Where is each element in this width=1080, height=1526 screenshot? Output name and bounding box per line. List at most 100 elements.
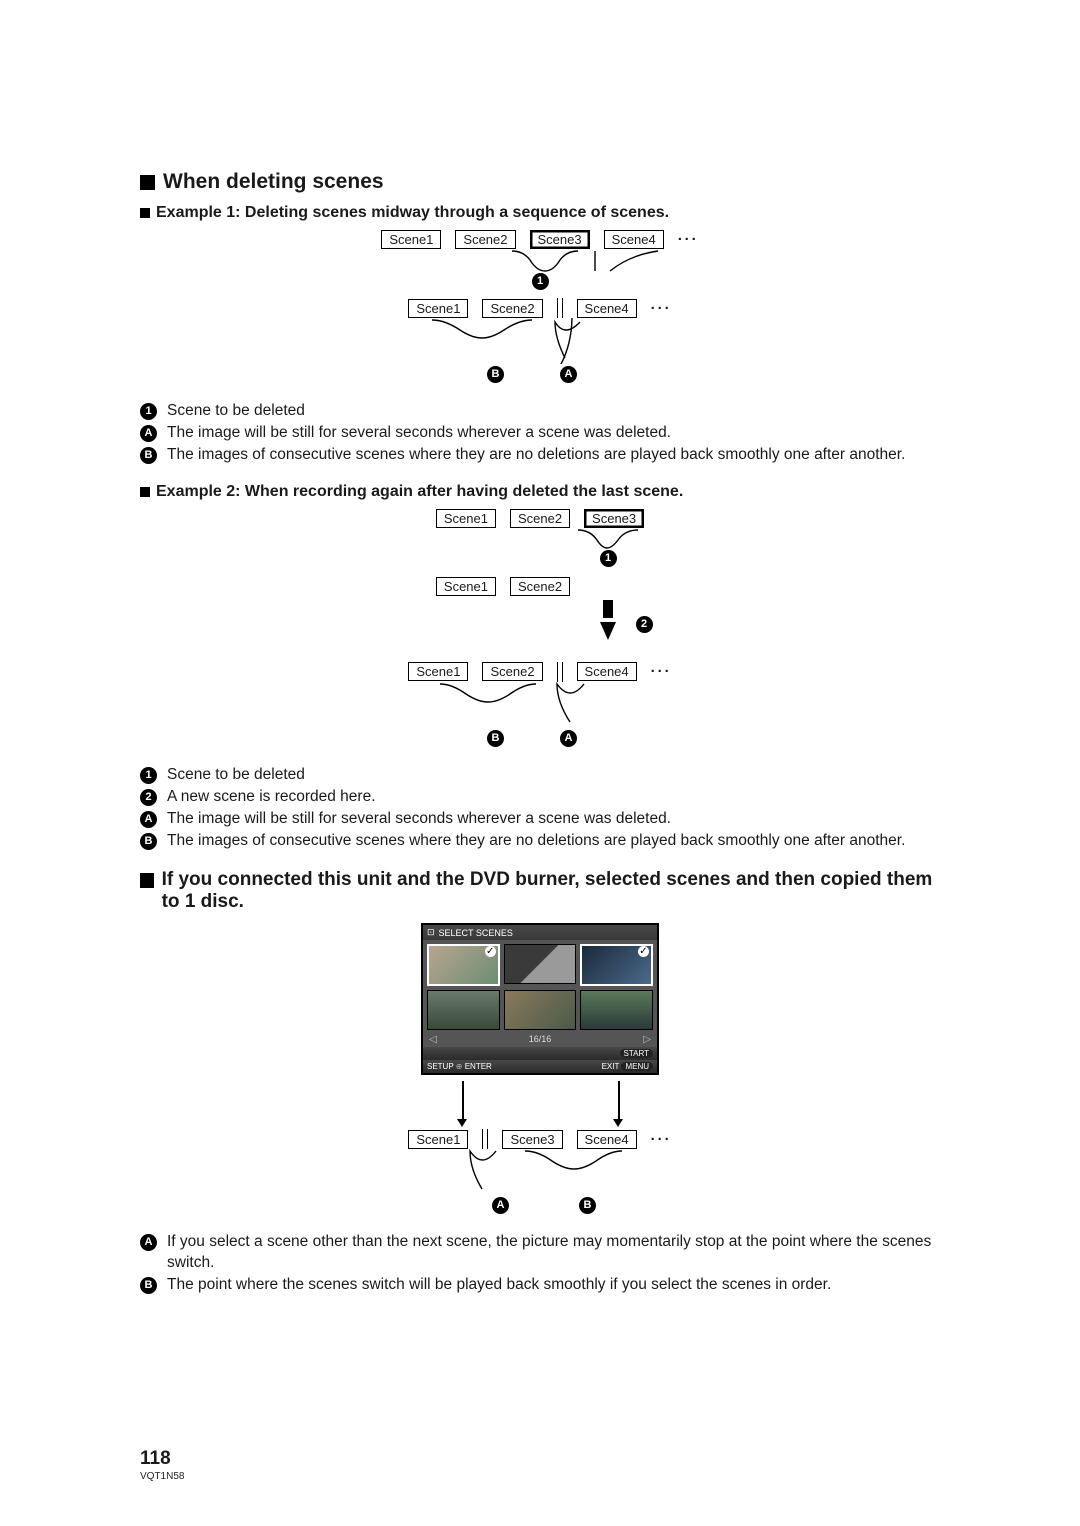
exit-label: EXIT bbox=[602, 1062, 620, 1071]
thumbnail bbox=[504, 944, 577, 984]
list-item: A The image will be still for several se… bbox=[140, 423, 940, 443]
scene-box: Scene1 bbox=[408, 299, 468, 318]
gap-marker-icon bbox=[557, 298, 563, 318]
marker-a-icon: A bbox=[140, 1234, 157, 1251]
page-number: 118 bbox=[140, 1448, 171, 1470]
document-page: When deleting scenes Example 1: Deleting… bbox=[0, 0, 1080, 1526]
scene-box: Scene2 bbox=[510, 577, 570, 596]
scene-box: Scene4 bbox=[577, 1130, 637, 1149]
screen-footer-2: SETUP ⊕ ENTER EXIT MENU bbox=[423, 1060, 657, 1073]
heading2-text: If you connected this unit and the DVD b… bbox=[162, 869, 940, 913]
ellipsis-icon: ··· bbox=[651, 663, 672, 680]
nav-arrows: ◁ 16/16 ▷ bbox=[423, 1034, 657, 1047]
scene-box: Scene1 bbox=[381, 230, 441, 249]
ellipsis-icon: ··· bbox=[651, 1131, 672, 1148]
marker-2-icon: 2 bbox=[140, 789, 157, 806]
scene-box: Scene2 bbox=[455, 230, 515, 249]
thumbnail-selected bbox=[580, 944, 653, 986]
gap-marker-icon bbox=[557, 662, 563, 682]
ellipsis-icon: ··· bbox=[651, 300, 672, 317]
legend-list-1: 1 Scene to be deleted A The image will b… bbox=[140, 401, 940, 465]
heading-text: When deleting scenes bbox=[163, 170, 384, 194]
list-text: The image will be still for several seco… bbox=[167, 423, 671, 443]
scene-box: Scene4 bbox=[604, 230, 664, 249]
scene-box: Scene4 bbox=[577, 299, 637, 318]
nav-left-icon: ◁ bbox=[429, 1034, 437, 1045]
scene-box: Scene2 bbox=[482, 662, 542, 681]
list-text: Scene to be deleted bbox=[167, 765, 305, 785]
thumbnail bbox=[580, 990, 653, 1030]
scene-box: Scene2 bbox=[510, 509, 570, 528]
bottom-connector-icon bbox=[370, 682, 710, 728]
marker-a-icon: A bbox=[492, 1197, 509, 1214]
list-text: The image will be still for several seco… bbox=[167, 809, 671, 829]
list-text: The images of consecutive scenes where t… bbox=[167, 445, 905, 465]
marker-1-icon: 1 bbox=[140, 403, 157, 420]
marker-1-icon: 1 bbox=[600, 550, 617, 567]
marker-a-icon: A bbox=[140, 811, 157, 828]
thumbnail-selected bbox=[427, 944, 500, 986]
setup-label: SETUP bbox=[427, 1062, 454, 1071]
example1-text: Example 1: Deleting scenes midway throug… bbox=[156, 204, 669, 222]
example2-text: Example 2: When recording again after ha… bbox=[156, 483, 683, 501]
legend-list-3: A If you select a scene other than the n… bbox=[140, 1232, 940, 1294]
list-text: The images of consecutive scenes where t… bbox=[167, 831, 905, 851]
marker-a-icon: A bbox=[560, 730, 577, 747]
bullet-square-icon bbox=[140, 873, 154, 888]
marker-1-icon: 1 bbox=[532, 273, 549, 290]
scene-box: Scene1 bbox=[408, 662, 468, 681]
scene-box: Scene1 bbox=[408, 1130, 468, 1149]
list-text: The point where the scenes switch will b… bbox=[167, 1275, 831, 1295]
list-item: 2 A new scene is recorded here. bbox=[140, 787, 940, 807]
bullet-square-icon bbox=[140, 208, 150, 218]
scene-box: Scene2 bbox=[482, 299, 542, 318]
diagram-dvd-copy: ⊡ SELECT SCENES ◁ 16/16 ▷ START S bbox=[140, 923, 940, 1214]
list-text: A new scene is recorded here. bbox=[167, 787, 376, 807]
document-id: VQT1N58 bbox=[140, 1471, 184, 1482]
marker-b-icon: B bbox=[487, 366, 504, 383]
thumbnail bbox=[427, 990, 500, 1030]
scene-box-selected: Scene3 bbox=[530, 230, 590, 249]
nav-right-icon: ▷ bbox=[643, 1034, 651, 1045]
gap-marker-icon bbox=[482, 1129, 488, 1149]
marker-a-icon: A bbox=[560, 366, 577, 383]
marker-a-icon: A bbox=[140, 425, 157, 442]
disc-icon: ⊡ bbox=[427, 927, 435, 938]
legend-list-2: 1 Scene to be deleted 2 A new scene is r… bbox=[140, 765, 940, 852]
ellipsis-icon: ··· bbox=[678, 231, 699, 248]
example2-heading: Example 2: When recording again after ha… bbox=[140, 483, 940, 501]
list-item: B The images of consecutive scenes where… bbox=[140, 445, 940, 465]
bullet-square-icon bbox=[140, 175, 155, 190]
list-item: A The image will be still for several se… bbox=[140, 809, 940, 829]
start-button-label: START bbox=[620, 1049, 653, 1058]
list-item: B The images of consecutive scenes where… bbox=[140, 831, 940, 851]
scene-box-selected: Scene3 bbox=[584, 509, 644, 528]
bullet-square-icon bbox=[140, 487, 150, 497]
menu-label: MENU bbox=[621, 1062, 653, 1071]
marker-2-icon: 2 bbox=[636, 616, 653, 633]
marker-b-icon: B bbox=[140, 447, 157, 464]
list-item: 1 Scene to be deleted bbox=[140, 401, 940, 421]
screen-title: SELECT SCENES bbox=[439, 928, 513, 938]
bottom-connector-icon bbox=[370, 318, 710, 364]
marker-b-icon: B bbox=[579, 1197, 596, 1214]
marker-b-icon: B bbox=[487, 730, 504, 747]
section-heading-dvd: If you connected this unit and the DVD b… bbox=[140, 869, 940, 913]
section-heading-deleting: When deleting scenes bbox=[140, 170, 940, 194]
list-item: A If you select a scene other than the n… bbox=[140, 1232, 940, 1272]
list-text: Scene to be deleted bbox=[167, 401, 305, 421]
connector-lines bbox=[423, 1081, 657, 1121]
list-item: B The point where the scenes switch will… bbox=[140, 1275, 940, 1295]
scene-box: Scene1 bbox=[436, 577, 496, 596]
scene-box: Scene3 bbox=[502, 1130, 562, 1149]
screen-title-bar: ⊡ SELECT SCENES bbox=[423, 925, 657, 940]
counter: 16/16 bbox=[529, 1034, 552, 1045]
marker-1-icon: 1 bbox=[140, 767, 157, 784]
scene-box: Scene1 bbox=[436, 509, 496, 528]
scene-box: Scene4 bbox=[577, 662, 637, 681]
thumbnail bbox=[504, 990, 577, 1030]
marker-b-icon: B bbox=[140, 833, 157, 850]
enter-label: ENTER bbox=[465, 1062, 492, 1071]
select-scenes-screen: ⊡ SELECT SCENES ◁ 16/16 ▷ START S bbox=[421, 923, 659, 1075]
diagram-example2: Scene1 Scene2 Scene3 1 Scene1 Scene2 2 S… bbox=[140, 509, 940, 747]
